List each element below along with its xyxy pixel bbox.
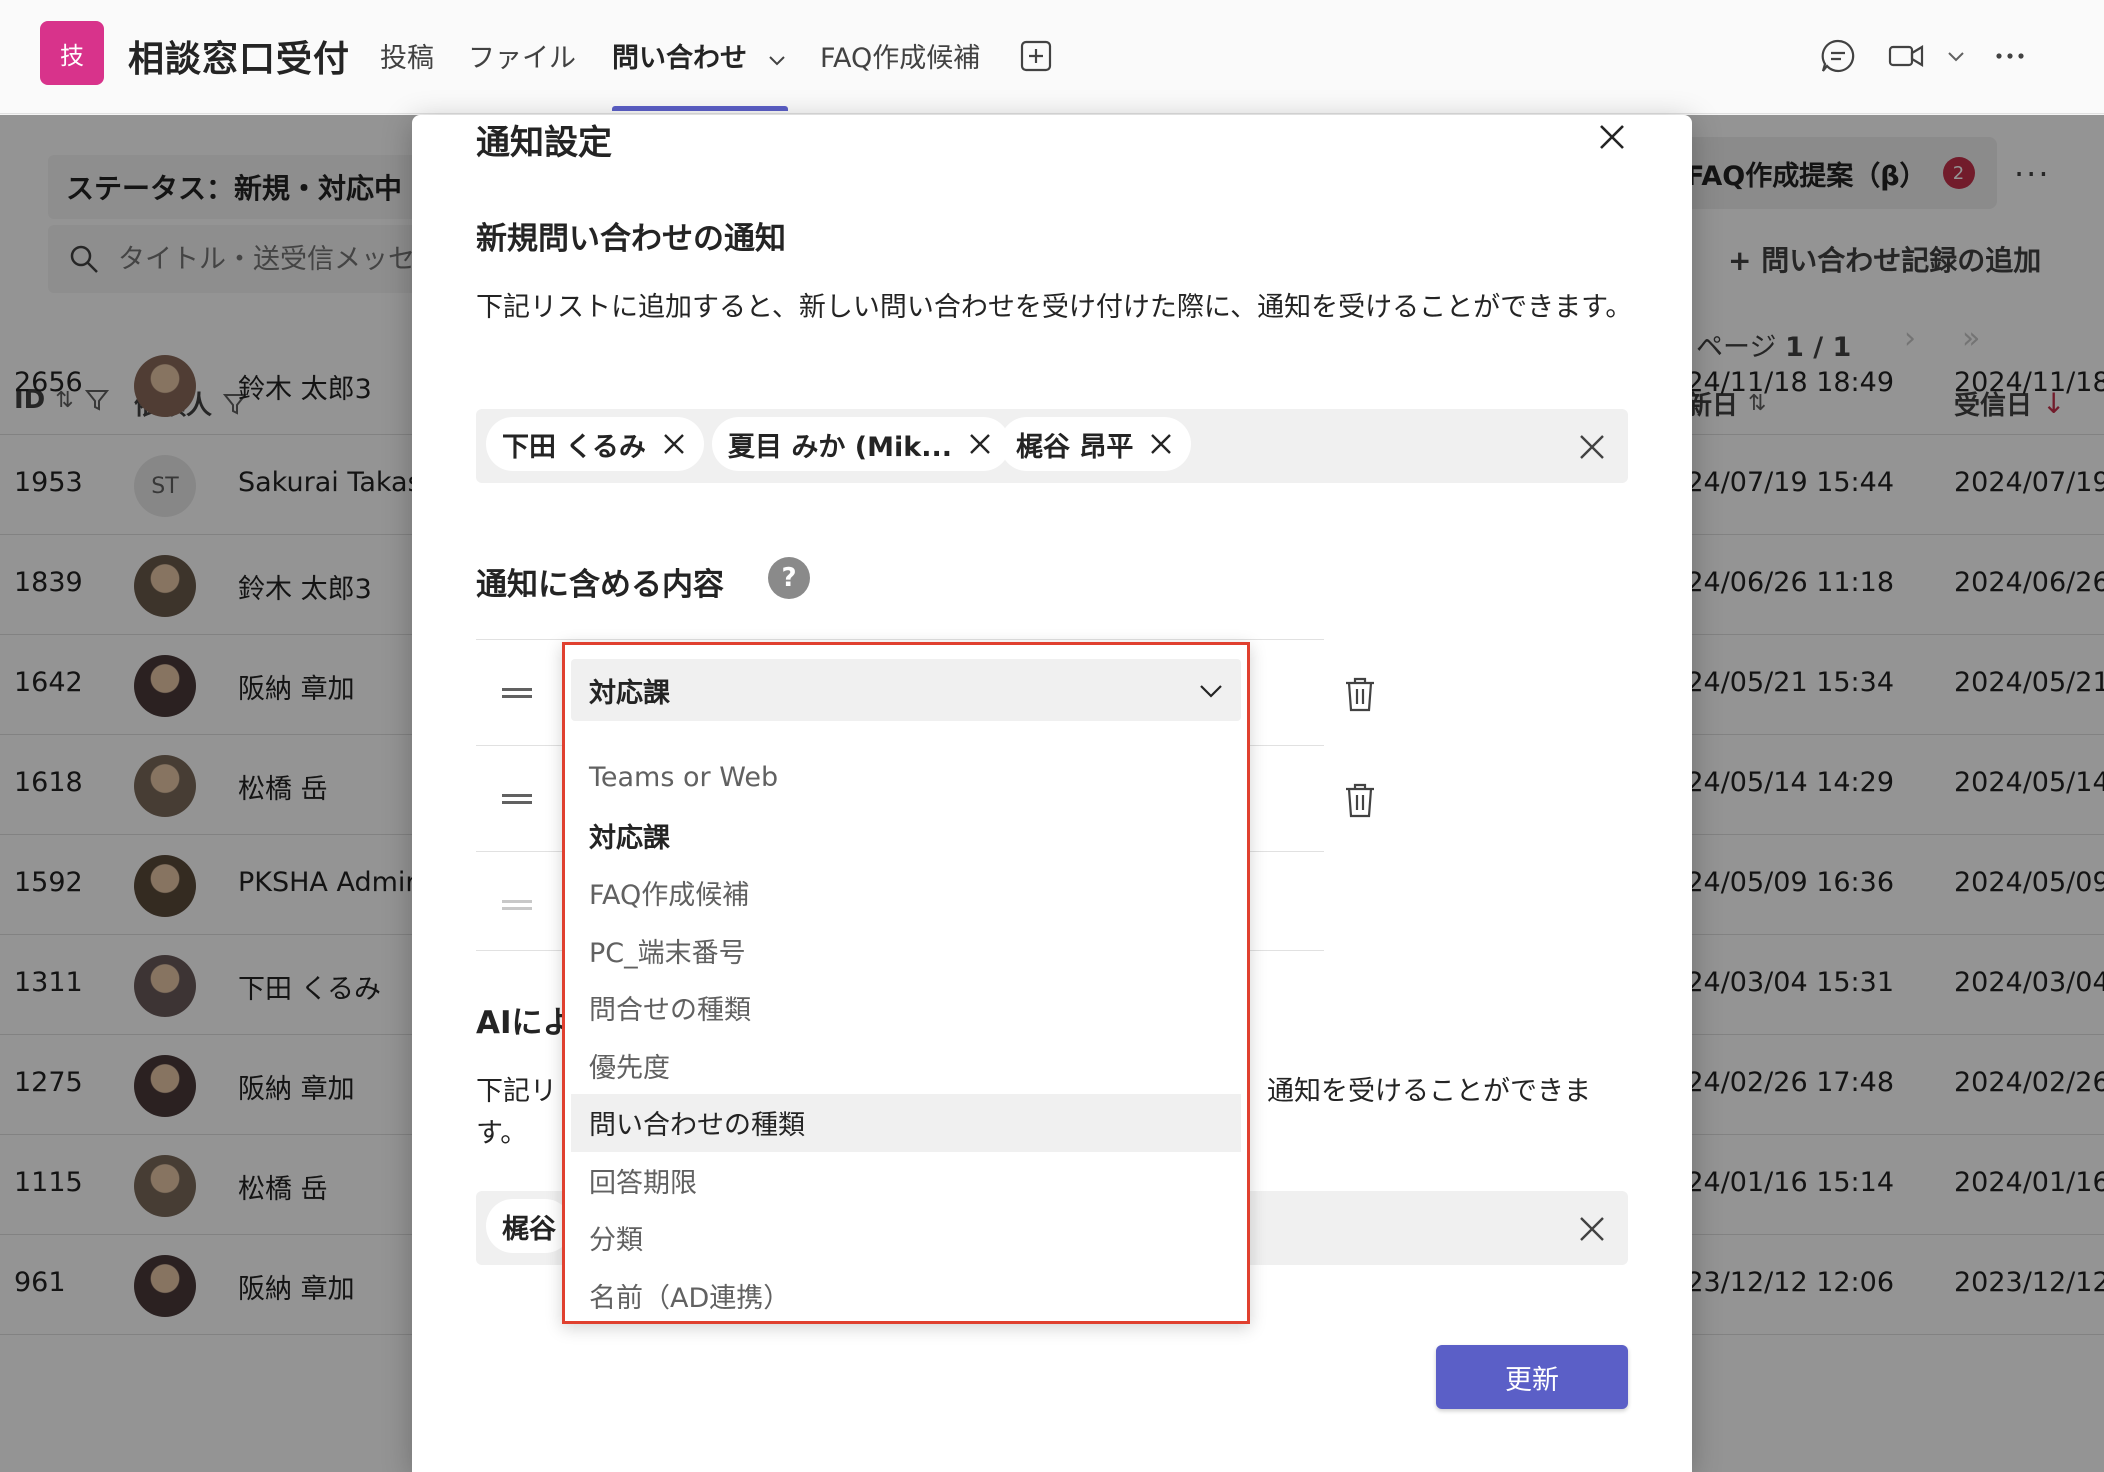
recipient-name: 梶谷 [502, 1213, 556, 1245]
delete-icon[interactable] [1342, 674, 1378, 714]
content-section-title: 通知に含める内容 [476, 567, 724, 603]
recipient-chip[interactable]: 夏目 みか (Mik... [712, 417, 1010, 471]
dropdown-option[interactable]: 対応課 [571, 807, 1241, 865]
dropdown-option[interactable]: 問い合わせの種類 [571, 1094, 1241, 1152]
help-icon[interactable]: ? [768, 557, 810, 599]
recipient-name: 下田 くるみ [502, 431, 646, 463]
new-inquiry-description: 下記リストに追加すると、新しい問い合わせを受け付けた際に、通知を受けることができ… [476, 292, 1633, 323]
add-tab-icon[interactable] [1016, 36, 1056, 76]
new-inquiry-section-title: 新規問い合わせの通知 [476, 221, 786, 257]
remove-icon[interactable] [660, 430, 688, 458]
chevron-down-icon [1200, 685, 1222, 698]
tab-posts[interactable]: 投稿 [380, 36, 434, 75]
dropdown-option[interactable]: 優先度 [571, 1037, 1241, 1095]
drag-handle-icon[interactable] [502, 688, 532, 698]
recipient-name: 夏目 みか (Mik... [728, 431, 952, 463]
active-tab-indicator [612, 106, 788, 111]
close-icon[interactable] [1592, 117, 1632, 157]
dropdown-option[interactable]: FAQ作成候補 [571, 864, 1241, 922]
dropdown-option[interactable]: 回答期限 [571, 1152, 1241, 1210]
tab-inquiries-label: 問い合わせ [612, 43, 747, 74]
dropdown-option[interactable]: PC_端末番号 [571, 922, 1241, 980]
field-dropdown: 対応課 Teams or Web 対応課 FAQ作成候補 PC_端末番号 問合せの種類優… [562, 642, 1250, 1324]
remove-icon[interactable] [1147, 430, 1175, 458]
ai-section-title: AIによ [476, 1005, 574, 1041]
dropdown-option[interactable]: 問合せの種類 [571, 979, 1241, 1037]
chevron-down-icon [769, 55, 786, 65]
channel-title: 相談窓口受付 [128, 39, 351, 80]
dialog-title: 通知設定 [476, 123, 612, 163]
clear-all-icon[interactable] [1576, 431, 1608, 463]
delete-icon[interactable] [1342, 780, 1378, 820]
remove-icon[interactable] [966, 430, 994, 458]
ai-description-line2: す。 [476, 1118, 528, 1149]
app-header: 技 相談窓口受付 投稿 ファイル 問い合わせ FAQ作成候補 [0, 0, 2104, 114]
drag-handle-icon [502, 900, 532, 910]
video-call-icon[interactable] [1886, 36, 1926, 76]
recipient-picker[interactable]: 下田 くるみ 夏目 みか (Mik... 梶谷 昂平 [476, 409, 1628, 483]
dropdown-options: Teams or Web 対応課 FAQ作成候補 PC_端末番号 問合せの種類 優先度 問い… [571, 749, 1241, 1324]
drag-handle-icon[interactable] [502, 794, 532, 804]
recipient-chip[interactable]: 下田 くるみ [486, 417, 704, 471]
update-button[interactable]: 更新 [1436, 1345, 1628, 1409]
recipient-chip[interactable]: 梶谷 昂平 [1000, 417, 1192, 471]
tab-inquiries[interactable]: 問い合わせ [612, 36, 788, 75]
ai-description-right: 、通知を受けることができま [1240, 1076, 1591, 1107]
tab-faq-candidates[interactable]: FAQ作成候補 [820, 36, 980, 75]
dropdown-option[interactable]: Teams or Web [571, 749, 1241, 807]
dropdown-option[interactable]: 名前（AD連携） [571, 1267, 1241, 1325]
team-avatar[interactable]: 技 [40, 21, 104, 85]
ai-description-left: 下記リ [476, 1076, 557, 1107]
tab-files[interactable]: ファイル [468, 36, 576, 75]
more-options-icon[interactable] [1990, 36, 2030, 76]
chevron-down-icon[interactable] [1944, 36, 1968, 76]
chat-icon[interactable] [1818, 36, 1858, 76]
field-select-value: 対応課 [589, 677, 670, 709]
field-select[interactable]: 対応課 [571, 659, 1241, 721]
recipient-chip[interactable]: 梶谷 [486, 1199, 572, 1253]
dropdown-option[interactable]: 分類 [571, 1209, 1241, 1267]
clear-all-icon[interactable] [1576, 1213, 1608, 1245]
recipient-name: 梶谷 昂平 [1016, 431, 1134, 463]
